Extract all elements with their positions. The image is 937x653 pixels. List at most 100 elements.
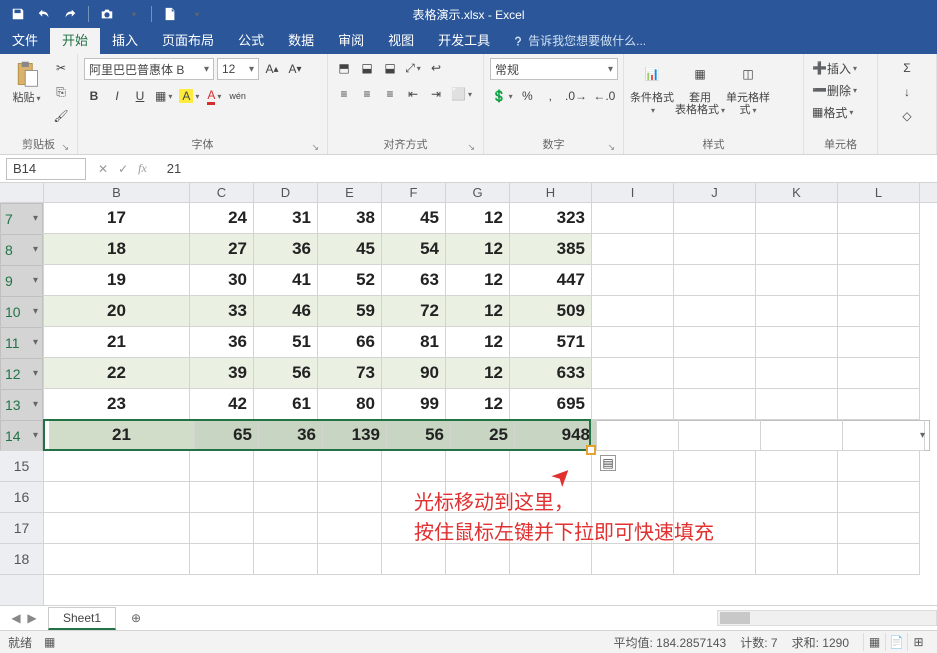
cell-K17[interactable]	[756, 513, 838, 544]
fx-icon[interactable]: fx	[138, 161, 147, 176]
shrink-font-icon[interactable]: A▾	[285, 59, 305, 79]
cell-H10[interactable]: 509	[510, 296, 592, 327]
col-header-D[interactable]: D	[254, 183, 318, 202]
cell-D15[interactable]	[254, 451, 318, 482]
cell-L8[interactable]	[838, 234, 920, 265]
cell-H13[interactable]: 695	[510, 389, 592, 420]
tab-layout[interactable]: 页面布局	[150, 25, 226, 54]
fill-color-button[interactable]: A	[177, 86, 201, 106]
undo-icon[interactable]	[32, 2, 56, 26]
cell-G12[interactable]: 12	[446, 358, 510, 389]
cell-E10[interactable]: 59	[318, 296, 382, 327]
cell-K7[interactable]	[756, 203, 838, 234]
tab-data[interactable]: 数据	[276, 25, 326, 54]
cell-B7[interactable]: 17	[44, 203, 190, 234]
cell-E13[interactable]: 80	[318, 389, 382, 420]
cell-B8[interactable]: 18	[44, 234, 190, 265]
cond-format-button[interactable]: 📊条件格式	[630, 58, 674, 117]
row-header-10[interactable]: 10	[0, 296, 43, 327]
cell-H7[interactable]: 323	[510, 203, 592, 234]
align-bottom-icon[interactable]: ⬓	[380, 58, 400, 78]
cell-G18[interactable]	[446, 544, 510, 575]
view-pagebreak-icon[interactable]: ⊞	[907, 633, 929, 651]
row-header-7[interactable]: 7	[0, 203, 43, 234]
col-header-B[interactable]: B	[44, 183, 190, 202]
align-center-icon[interactable]: ≡	[357, 84, 377, 104]
save-icon[interactable]	[6, 2, 30, 26]
currency-icon[interactable]: 💲	[490, 86, 514, 106]
cell-K15[interactable]	[756, 451, 838, 482]
row-header-16[interactable]: 16	[0, 482, 43, 513]
tab-formulas[interactable]: 公式	[226, 25, 276, 54]
cell-K12[interactable]	[756, 358, 838, 389]
cell-J14[interactable]	[679, 420, 761, 451]
cell-E12[interactable]: 73	[318, 358, 382, 389]
cell-K18[interactable]	[756, 544, 838, 575]
cell-B9[interactable]: 19	[44, 265, 190, 296]
cells-area[interactable]: 1724313845123231827364554123851930415263…	[44, 203, 930, 606]
cell-E14[interactable]: 139	[323, 420, 387, 451]
row-header-8[interactable]: 8	[0, 234, 43, 265]
cell-D7[interactable]: 31	[254, 203, 318, 234]
cell-C15[interactable]	[190, 451, 254, 482]
cell-I9[interactable]	[592, 265, 674, 296]
cell-G11[interactable]: 12	[446, 327, 510, 358]
enter-formula-icon[interactable]: ✓	[118, 162, 128, 176]
autofill-options-icon[interactable]: ▤	[600, 455, 616, 471]
autosum-icon[interactable]: Σ	[884, 58, 930, 78]
border-button[interactable]: ▦	[153, 86, 174, 106]
align-left-icon[interactable]: ≡	[334, 84, 354, 104]
paste-button[interactable]: 粘贴	[6, 58, 47, 126]
cell-L11[interactable]	[838, 327, 920, 358]
cell-C18[interactable]	[190, 544, 254, 575]
cell-L14[interactable]	[843, 420, 925, 451]
format-cells-button[interactable]: ▦ 格式	[810, 102, 871, 122]
cell-L12[interactable]	[838, 358, 920, 389]
redo-icon[interactable]	[58, 2, 82, 26]
cell-I8[interactable]	[592, 234, 674, 265]
tab-view[interactable]: 视图	[376, 25, 426, 54]
cell-G10[interactable]: 12	[446, 296, 510, 327]
cell-F10[interactable]: 72	[382, 296, 446, 327]
spreadsheet-grid[interactable]: BCDEFGHIJKL 789101112131415161718 172431…	[0, 183, 937, 606]
new-file-icon[interactable]	[158, 2, 182, 26]
col-header-E[interactable]: E	[318, 183, 382, 202]
row-header-9[interactable]: 9	[0, 265, 43, 296]
font-size-select[interactable]: 12	[217, 58, 259, 80]
align-right-icon[interactable]: ≡	[380, 84, 400, 104]
tell-me[interactable]: 告诉我您想要做什么...	[502, 32, 656, 54]
cell-I18[interactable]	[592, 544, 674, 575]
row-header-11[interactable]: 11	[0, 327, 43, 358]
cell-F13[interactable]: 99	[382, 389, 446, 420]
cell-D17[interactable]	[254, 513, 318, 544]
inc-decimal-icon[interactable]: .0→	[563, 86, 588, 106]
col-header-K[interactable]: K	[756, 183, 838, 202]
cell-G8[interactable]: 12	[446, 234, 510, 265]
wrap-text-icon[interactable]: ↩	[426, 58, 446, 78]
cell-C12[interactable]: 39	[190, 358, 254, 389]
qat-customize[interactable]	[184, 2, 208, 26]
cell-K14[interactable]	[761, 420, 843, 451]
fill-handle[interactable]	[586, 445, 596, 455]
tab-home[interactable]: 开始	[50, 25, 100, 54]
bold-button[interactable]: B	[84, 86, 104, 106]
cell-L9[interactable]	[838, 265, 920, 296]
cancel-formula-icon[interactable]: ✕	[98, 162, 108, 176]
cell-J8[interactable]	[674, 234, 756, 265]
cell-L18[interactable]	[838, 544, 920, 575]
cell-H11[interactable]: 571	[510, 327, 592, 358]
select-all-corner[interactable]	[0, 183, 44, 202]
orientation-icon[interactable]: ⤢	[403, 58, 423, 78]
cell-C10[interactable]: 33	[190, 296, 254, 327]
cell-J7[interactable]	[674, 203, 756, 234]
cell-E9[interactable]: 52	[318, 265, 382, 296]
cell-E15[interactable]	[318, 451, 382, 482]
cell-D8[interactable]: 36	[254, 234, 318, 265]
cell-J18[interactable]	[674, 544, 756, 575]
col-header-L[interactable]: L	[838, 183, 920, 202]
cell-K8[interactable]	[756, 234, 838, 265]
row-header-18[interactable]: 18	[0, 544, 43, 575]
cell-E7[interactable]: 38	[318, 203, 382, 234]
cell-E16[interactable]	[318, 482, 382, 513]
cell-G13[interactable]: 12	[446, 389, 510, 420]
